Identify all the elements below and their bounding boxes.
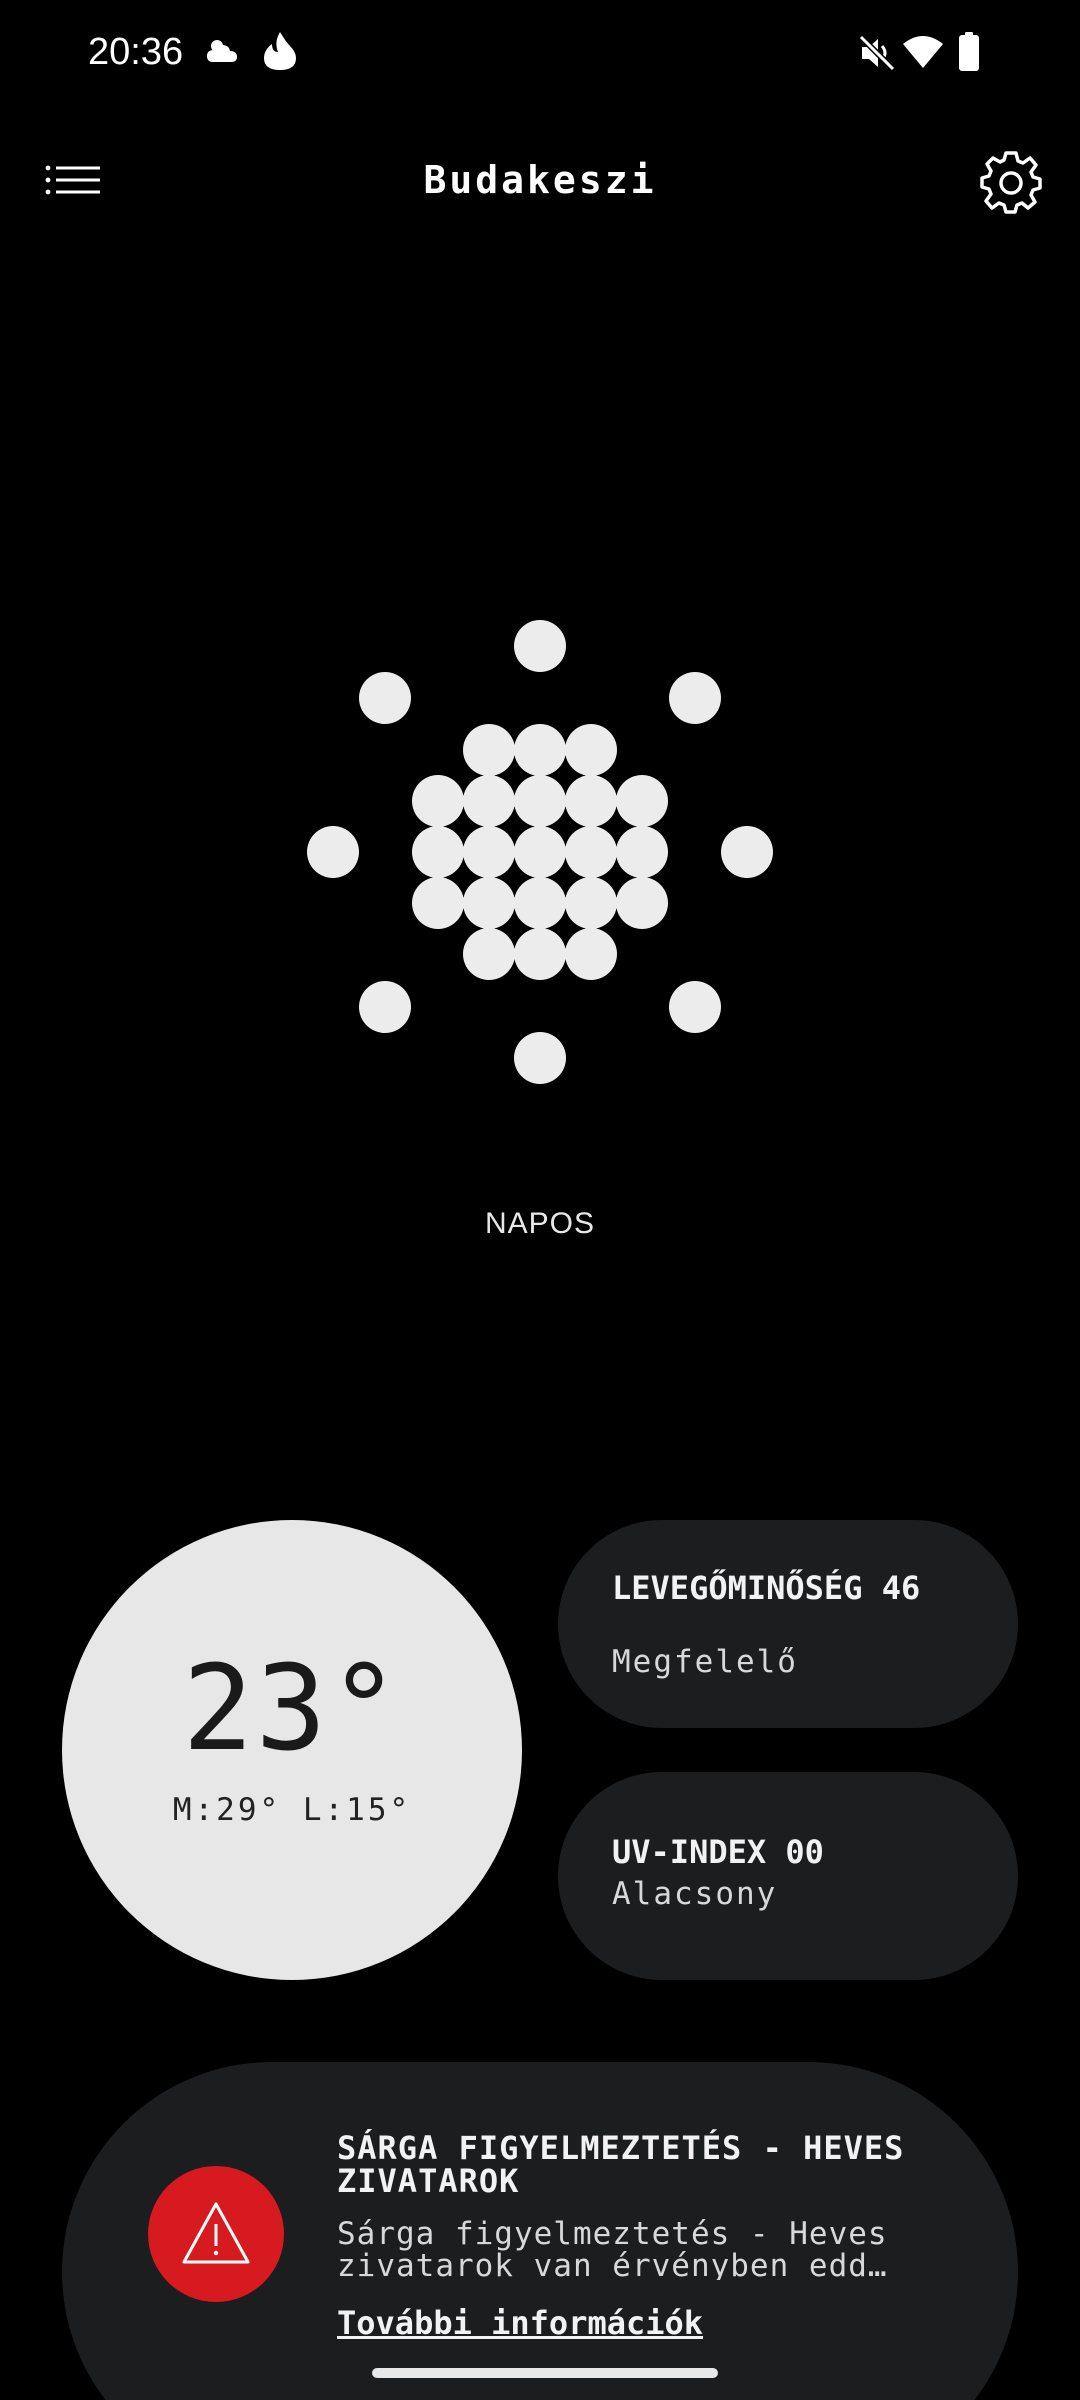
more-info-link[interactable]: További információk <box>337 2302 977 2344</box>
alert-description: Sárga figyelmeztetés - Heves zivatarok v… <box>337 2218 888 2280</box>
wifi-icon <box>903 36 943 68</box>
weather-screen: 20:36 Budakeszi NAPOS 23° M:29° L:15° LE… <box>0 0 1080 2400</box>
city-title: Budakeszi <box>423 158 657 202</box>
settings-button[interactable] <box>978 148 1044 214</box>
weather-cloudy-icon <box>207 40 237 62</box>
status-bar: 20:36 <box>0 0 1080 105</box>
gear-icon <box>980 151 1042 214</box>
alert-title: SÁRGA FIGYELMEZTETÉS - HEVES ZIVATAROK <box>337 2129 905 2200</box>
alert-badge <box>148 2166 284 2302</box>
temperature-card[interactable]: 23° M:29° L:15° <box>62 1520 522 1980</box>
menu-list-icon <box>45 165 100 195</box>
gesture-nav-handle[interactable] <box>372 2368 718 2378</box>
status-time: 20:36 <box>88 31 184 73</box>
condition-label: NAPOS <box>484 1207 596 1240</box>
air-quality-status: Megfelelő <box>612 1644 798 1680</box>
uv-index-status: Alacsony <box>612 1876 778 1912</box>
muted-speaker-icon <box>858 34 896 72</box>
battery-icon <box>959 32 979 71</box>
temperature-range: M:29° L:15° <box>172 1792 412 1828</box>
menu-button[interactable] <box>40 150 110 210</box>
air-quality-card[interactable]: LEVEGŐMINŐSÉG 46 Megfelelő <box>558 1520 1018 1728</box>
weather-alert-card[interactable]: SÁRGA FIGYELMEZTETÉS - HEVES ZIVATAROK S… <box>62 2062 1018 2400</box>
current-temperature: 23° <box>182 1639 402 1777</box>
air-quality-title: LEVEGŐMINŐSÉG 46 <box>612 1569 921 1607</box>
uv-index-title: UV-INDEX 00 <box>612 1833 824 1871</box>
warning-triangle-icon <box>182 2202 250 2264</box>
dotted-sun-icon <box>307 620 773 1084</box>
flame-icon <box>264 32 296 70</box>
uv-index-card[interactable]: UV-INDEX 00 Alacsony <box>558 1772 1018 1980</box>
